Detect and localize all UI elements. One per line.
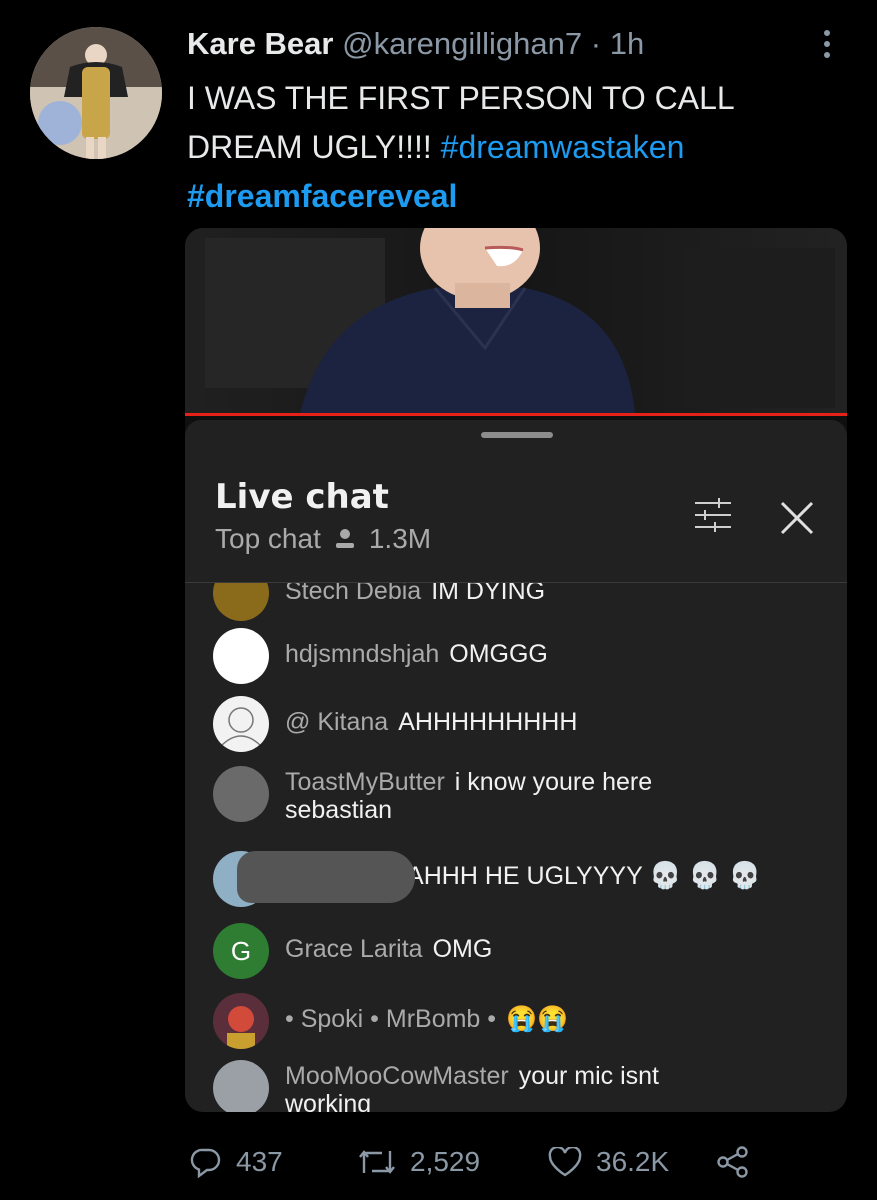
chat-message: hdjsmndshjah OMGGG bbox=[213, 628, 827, 684]
display-name[interactable]: Kare Bear bbox=[187, 26, 333, 61]
chat-avatar bbox=[213, 993, 269, 1049]
chat-message-body: • Spoki • MrBomb • 😭😭 bbox=[285, 993, 568, 1033]
video-frame[interactable] bbox=[185, 228, 847, 414]
separator-dot: · bbox=[590, 26, 602, 61]
tweet-text: I WAS THE FIRST PERSON TO CALL DREAM UGL… bbox=[187, 74, 827, 221]
tweet-text-line-1: I WAS THE FIRST PERSON TO CALL bbox=[187, 80, 735, 116]
chat-author[interactable]: ToastMyButter bbox=[285, 768, 445, 796]
chat-avatar bbox=[213, 1060, 269, 1112]
chat-mode-label[interactable]: Top chat bbox=[215, 523, 321, 555]
share-icon[interactable] bbox=[716, 1146, 750, 1178]
retweet-icon[interactable] bbox=[358, 1147, 396, 1177]
chat-message: @ Kitana AHHHHHHHHH bbox=[213, 696, 827, 752]
reply-count: 437 bbox=[236, 1146, 283, 1177]
chat-mode-row[interactable]: Top chat 1.3M bbox=[215, 523, 431, 555]
chat-author[interactable]: @ Kitana bbox=[285, 708, 388, 736]
chat-message: ToastMyButter i know youre here sebastian bbox=[213, 766, 827, 824]
hashtag-dreamwastaken[interactable]: #dreamwastaken bbox=[441, 129, 685, 165]
chat-message-body: NAHHH HE UGLYYYY 💀 💀 💀 bbox=[389, 851, 761, 890]
chat-text: OMG bbox=[432, 935, 493, 963]
chat-message: • Spoki • MrBomb • 😭😭 bbox=[213, 993, 827, 1049]
like-action[interactable]: 36.2K bbox=[548, 1146, 716, 1178]
avatar-image bbox=[30, 27, 162, 159]
chat-message: MooMooCowMaster your mic isnt working bbox=[213, 1060, 827, 1112]
tweet-text-line-2: DREAM UGLY!!!! bbox=[187, 129, 441, 165]
chat-message-body: ToastMyButter i know youre here sebastian bbox=[285, 766, 745, 824]
chat-author[interactable]: Grace Larita bbox=[285, 935, 423, 963]
tweet-header: Kare Bear @karengillighan7 · 1h bbox=[187, 24, 644, 64]
retweet-action[interactable]: 2,529 bbox=[358, 1146, 548, 1178]
live-chat-title: Live chat bbox=[215, 477, 389, 517]
tweet-actions: 437 2,529 36.2K bbox=[190, 1138, 830, 1186]
filter-icon[interactable] bbox=[693, 498, 733, 537]
chat-message-body: hdjsmndshjah OMGGG bbox=[285, 628, 548, 668]
tweet-media[interactable]: Live chat Top chat 1.3M Stech Debia IM D… bbox=[185, 228, 847, 1112]
person-icon bbox=[335, 527, 355, 551]
chat-text: OMGGG bbox=[449, 640, 548, 668]
more-options-icon[interactable] bbox=[812, 24, 842, 64]
chat-text: IM DYING bbox=[431, 583, 546, 605]
share-action[interactable] bbox=[716, 1146, 750, 1178]
chat-message-list[interactable]: Stech Debia IM DYING hdjsmndshjah OMGGG @ … bbox=[185, 583, 847, 1112]
chat-text: 😭😭 bbox=[506, 1005, 569, 1033]
chat-message-body: @ Kitana AHHHHHHHHH bbox=[285, 696, 577, 736]
chat-text: NAHHH HE UGLYYYY bbox=[389, 862, 643, 890]
chat-author[interactable]: hdjsmndshjah bbox=[285, 640, 439, 668]
tweet-time[interactable]: 1h bbox=[610, 26, 644, 61]
heart-icon[interactable] bbox=[548, 1147, 582, 1177]
chat-message: NAHHH HE UGLYYYY 💀 💀 💀 bbox=[213, 851, 827, 907]
drag-handle[interactable] bbox=[481, 432, 553, 438]
chat-avatar bbox=[213, 766, 269, 822]
chat-avatar: G bbox=[213, 923, 269, 979]
chat-message-body: MooMooCowMaster your mic isnt working bbox=[285, 1060, 745, 1112]
like-count: 36.2K bbox=[596, 1146, 670, 1177]
video-progress-bar[interactable] bbox=[185, 413, 847, 416]
skull-emoji: 💀 💀 💀 bbox=[649, 860, 761, 890]
chat-message: Stech Debia IM DYING bbox=[213, 583, 827, 621]
close-icon[interactable] bbox=[779, 500, 815, 541]
chat-message: G Grace Larita OMG bbox=[213, 923, 827, 979]
chat-author[interactable]: Stech Debia bbox=[285, 583, 421, 605]
chat-author[interactable]: MooMooCowMaster bbox=[285, 1062, 509, 1090]
chat-message-body: Grace Larita OMG bbox=[285, 923, 492, 963]
reply-icon[interactable] bbox=[190, 1146, 222, 1178]
chat-message-body: Stech Debia IM DYING bbox=[285, 583, 545, 605]
chat-avatar bbox=[213, 696, 269, 752]
reply-action[interactable]: 437 bbox=[190, 1146, 358, 1178]
retweet-count: 2,529 bbox=[410, 1146, 481, 1177]
viewer-count: 1.3M bbox=[368, 523, 432, 554]
chat-text: AHHHHHHHHH bbox=[398, 708, 578, 736]
user-handle[interactable]: @karengillighan7 bbox=[342, 26, 582, 61]
chat-author[interactable]: • Spoki • MrBomb • bbox=[285, 1005, 496, 1033]
author-avatar[interactable] bbox=[30, 27, 162, 159]
chat-avatar bbox=[213, 628, 269, 684]
live-chat-panel: Live chat Top chat 1.3M Stech Debia IM D… bbox=[185, 420, 847, 1112]
redacted-author bbox=[237, 851, 415, 903]
hashtag-dreamfacereveal[interactable]: #dreamfacereveal bbox=[187, 178, 457, 214]
chat-avatar bbox=[213, 583, 269, 621]
